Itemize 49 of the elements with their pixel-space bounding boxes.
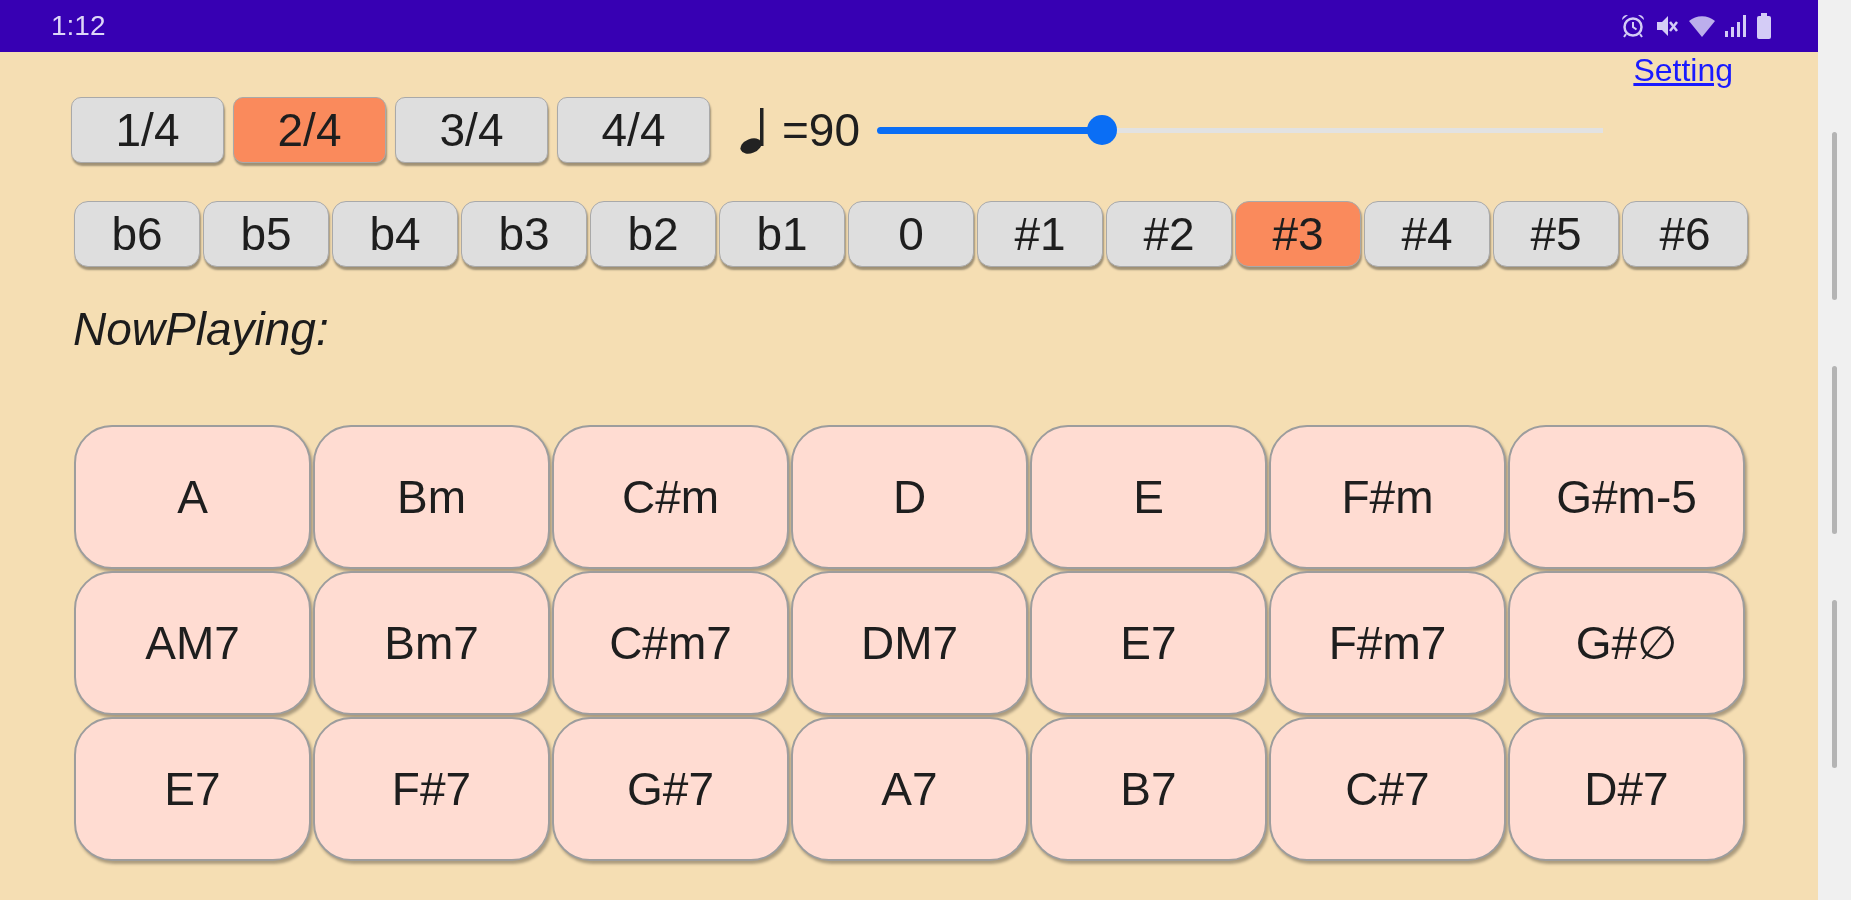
chord-button[interactable]: E7 (74, 717, 311, 861)
chord-button[interactable]: D (791, 425, 1028, 569)
chord-button[interactable]: E (1030, 425, 1267, 569)
key-button[interactable]: b2 (590, 201, 716, 267)
mute-icon (1655, 14, 1679, 38)
quarter-note-icon (738, 106, 766, 154)
key-button[interactable]: b5 (203, 201, 329, 267)
chord-button[interactable]: C#m (552, 425, 789, 569)
chord-button[interactable]: A (74, 425, 311, 569)
key-button[interactable]: #6 (1622, 201, 1748, 267)
key-button[interactable]: 0 (848, 201, 974, 267)
chord-button[interactable]: F#m7 (1269, 571, 1506, 715)
signal-icon (1725, 15, 1747, 37)
chord-button[interactable]: G#∅ (1508, 571, 1745, 715)
slider-thumb[interactable] (1087, 115, 1118, 145)
chord-button[interactable]: C#m7 (552, 571, 789, 715)
chord-button[interactable]: C#7 (1269, 717, 1506, 861)
now-playing-label: NowPlaying: (73, 303, 329, 355)
key-button[interactable]: #2 (1106, 201, 1232, 267)
wifi-icon (1689, 15, 1715, 37)
status-time: 1:12 (51, 10, 106, 42)
key-button[interactable]: b1 (719, 201, 845, 267)
battery-icon (1757, 13, 1771, 39)
key-button[interactable]: b6 (74, 201, 200, 267)
key-button[interactable]: #5 (1493, 201, 1619, 267)
chord-button[interactable]: Bm7 (313, 571, 550, 715)
key-button[interactable]: #1 (977, 201, 1103, 267)
chord-button[interactable]: D#7 (1508, 717, 1745, 861)
chord-button[interactable]: AM7 (74, 571, 311, 715)
chord-button[interactable]: Bm (313, 425, 550, 569)
time-signature-button[interactable]: 2/4 (233, 97, 386, 163)
chord-button[interactable]: F#m (1269, 425, 1506, 569)
chord-button[interactable]: F#7 (313, 717, 550, 861)
tempo-value: =90 (782, 104, 861, 156)
chord-button[interactable]: B7 (1030, 717, 1267, 861)
time-signature-button[interactable]: 1/4 (71, 97, 224, 163)
chord-button[interactable]: DM7 (791, 571, 1028, 715)
chord-button[interactable]: E7 (1030, 571, 1267, 715)
key-button[interactable]: #4 (1364, 201, 1490, 267)
key-button[interactable]: b4 (332, 201, 458, 267)
chord-button[interactable]: G#7 (552, 717, 789, 861)
time-signature-button[interactable]: 4/4 (557, 97, 710, 163)
chord-button[interactable]: A7 (791, 717, 1028, 861)
key-button[interactable]: b3 (461, 201, 587, 267)
alarm-clock-icon (1621, 14, 1645, 38)
time-signature-button[interactable]: 3/4 (395, 97, 548, 163)
chord-button[interactable]: G#m-5 (1508, 425, 1745, 569)
key-button[interactable]: #3 (1235, 201, 1361, 267)
setting-link[interactable]: Setting (1633, 52, 1733, 88)
